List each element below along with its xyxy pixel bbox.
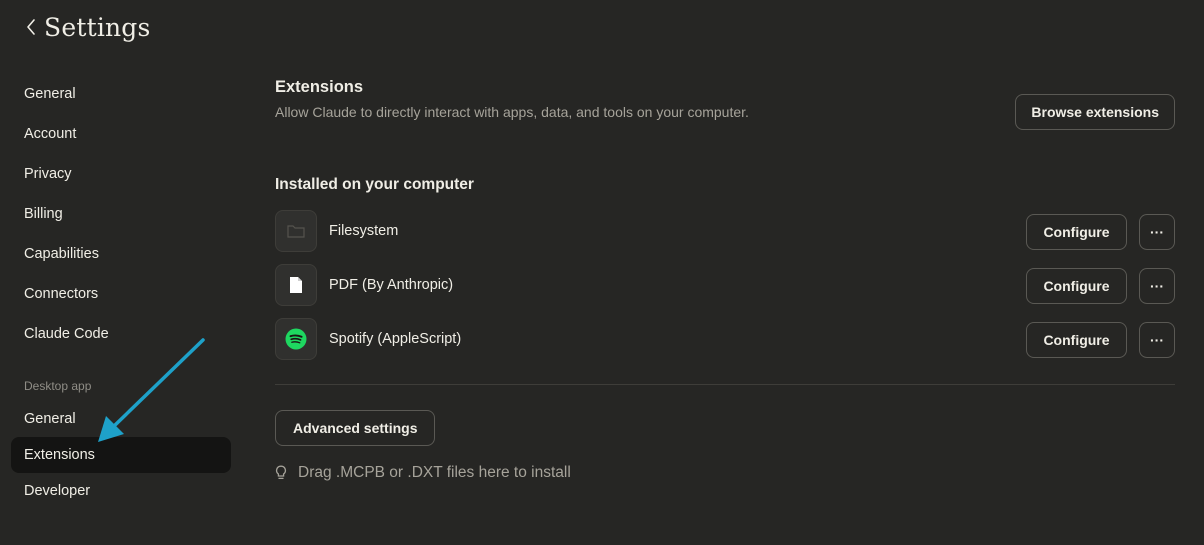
extension-row-pdf: PDF (By Anthropic) Configure ··· (275, 264, 1175, 306)
configure-button[interactable]: Configure (1026, 322, 1127, 358)
divider (275, 384, 1175, 385)
extension-row-spotify: Spotify (AppleScript) Configure ··· (275, 318, 1175, 360)
browse-extensions-button[interactable]: Browse extensions (1015, 94, 1175, 130)
document-icon (275, 264, 317, 306)
sidebar: General Account Privacy Billing Capabili… (11, 76, 231, 513)
sidebar-item-desktop-general[interactable]: General (11, 401, 231, 437)
more-options-button[interactable]: ··· (1139, 322, 1175, 358)
drop-hint-text: Drag .MCPB or .DXT files here to install (298, 464, 571, 481)
extension-name: Spotify (AppleScript) (329, 331, 462, 347)
extension-name: PDF (By Anthropic) (329, 277, 454, 293)
drop-zone-hint: Drag .MCPB or .DXT files here to install (275, 464, 571, 482)
sidebar-item-account[interactable]: Account (11, 116, 231, 152)
advanced-settings-button[interactable]: Advanced settings (275, 410, 436, 446)
lightbulb-icon (275, 464, 289, 482)
sidebar-section-desktop-app: Desktop app (24, 379, 92, 393)
extension-row-filesystem: Filesystem Configure ··· (275, 210, 1175, 252)
sidebar-item-billing[interactable]: Billing (11, 196, 231, 232)
sidebar-item-developer[interactable]: Developer (11, 473, 231, 509)
main-content: Extensions Allow Claude to directly inte… (275, 74, 1175, 481)
configure-button[interactable]: Configure (1026, 214, 1127, 250)
spotify-icon (275, 318, 317, 360)
sidebar-item-extensions[interactable]: Extensions (11, 437, 231, 473)
page-title: Settings (44, 12, 151, 42)
configure-button[interactable]: Configure (1026, 268, 1127, 304)
extension-name: Filesystem (329, 223, 399, 239)
folder-icon (275, 210, 317, 252)
header: Settings (24, 10, 151, 44)
back-chevron-icon[interactable] (24, 15, 38, 39)
settings-window: Settings General Account Privacy Billing… (0, 0, 1204, 545)
more-options-button[interactable]: ··· (1139, 268, 1175, 304)
sidebar-item-claude-code[interactable]: Claude Code (11, 316, 231, 352)
more-options-button[interactable]: ··· (1139, 214, 1175, 250)
sidebar-item-connectors[interactable]: Connectors (11, 276, 231, 312)
sidebar-item-capabilities[interactable]: Capabilities (11, 236, 231, 272)
sidebar-item-general[interactable]: General (11, 76, 231, 112)
sidebar-item-privacy[interactable]: Privacy (11, 156, 231, 192)
installed-heading: Installed on your computer (275, 176, 474, 193)
